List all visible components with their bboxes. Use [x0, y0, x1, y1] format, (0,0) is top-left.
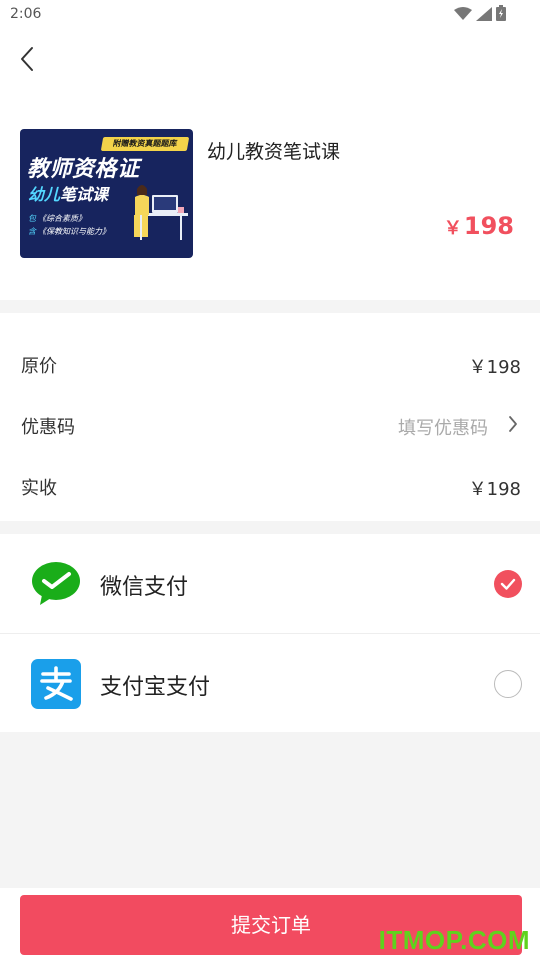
watermark-logo: ITMOP.COM — [378, 925, 530, 955]
actual-amount-row: 实收 ￥198 — [0, 456, 540, 516]
payment-option-alipay-label: 支付宝支付 — [100, 675, 211, 700]
coupon-label: 优惠码 — [21, 417, 75, 438]
coupon-row[interactable]: 优惠码 填写优惠码 — [0, 395, 540, 455]
product-name: 幼儿教资笔试课 — [207, 141, 341, 163]
thumbnail-title: 教师资格证 — [27, 157, 140, 182]
back-button[interactable] — [10, 44, 44, 78]
coupon-input-placeholder[interactable]: 填写优惠码 — [398, 414, 488, 440]
original-price-value: ￥198 — [468, 357, 521, 378]
product-card: 附赠教资真题题库 教师资格证 幼儿笔试课 包《综合素质》 含《保教知识与能力》 — [0, 90, 540, 300]
payment-option-alipay[interactable]: 支付宝支付 — [0, 633, 540, 732]
battery-icon — [496, 5, 506, 25]
thumbnail-subtitle-rest: 笔试课 — [60, 185, 109, 204]
thumbnail-line-2-mark: 含 — [28, 227, 36, 236]
teacher-illustration-icon — [130, 181, 192, 245]
payment-methods: 微信支付 支付宝支付 — [0, 534, 540, 732]
signal-icon — [476, 6, 492, 25]
payment-radio-wechat[interactable] — [494, 570, 522, 598]
product-price: ￥198 — [444, 212, 514, 240]
alipay-icon — [31, 659, 81, 709]
thumbnail-line-2: 含《保教知识与能力》 — [28, 226, 110, 237]
original-price-row: 原价 ￥198 — [0, 334, 540, 394]
nav-bar — [0, 30, 540, 90]
order-summary: 原价 ￥198 优惠码 填写优惠码 实收 ￥198 — [0, 313, 540, 521]
status-icons — [454, 5, 506, 25]
actual-amount-label: 实收 — [21, 478, 57, 499]
wifi-icon — [454, 6, 472, 25]
thumbnail-subtitle: 幼儿笔试课 — [28, 181, 108, 205]
thumbnail-line-2-text: 《保教知识与能力》 — [38, 227, 110, 236]
payment-option-wechat[interactable]: 微信支付 — [0, 534, 540, 633]
price-currency: ￥ — [443, 218, 462, 239]
course-thumbnail: 附赠教资真题题库 教师资格证 幼儿笔试课 包《综合素质》 含《保教知识与能力》 — [20, 129, 193, 258]
chevron-left-icon — [19, 46, 35, 76]
thumbnail-line-1-text: 《综合素质》 — [38, 214, 86, 223]
actual-amount-value: ￥198 — [468, 479, 521, 500]
thumbnail-subtitle-accent: 幼儿 — [28, 185, 61, 204]
price-amount: 198 — [463, 212, 514, 240]
status-bar: 2:06 — [0, 0, 540, 30]
payment-option-wechat-label: 微信支付 — [100, 575, 189, 600]
status-time: 2:06 — [10, 6, 42, 22]
original-price-label: 原价 — [21, 356, 57, 377]
thumbnail-banner: 附赠教资真题题库 — [100, 137, 190, 151]
wechat-pay-icon — [31, 559, 81, 609]
thumbnail-line-1: 包《综合素质》 — [28, 213, 86, 224]
payment-radio-alipay[interactable] — [494, 670, 522, 698]
thumbnail-line-1-mark: 包 — [28, 214, 36, 223]
chevron-right-icon — [508, 415, 518, 437]
